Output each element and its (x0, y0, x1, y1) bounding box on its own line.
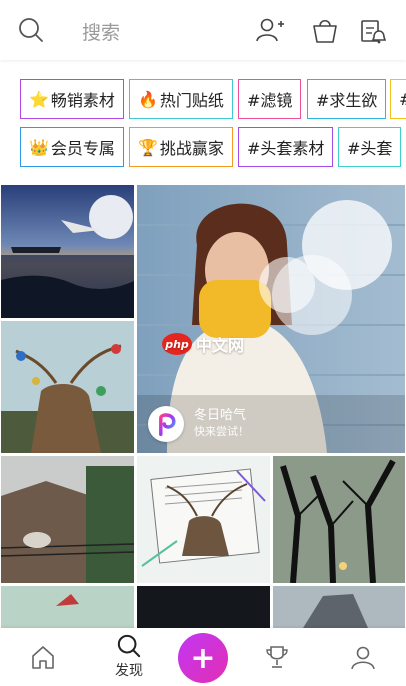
nav-discover-label: 发现 (115, 663, 143, 679)
tag-bestseller[interactable]: ⭐ 畅销素材 (20, 79, 124, 119)
bottom-nav: 发现 + (0, 628, 406, 686)
feature-caption[interactable]: 冬日哈气 快来尝试！ (148, 406, 249, 442)
nav-challenges[interactable] (247, 628, 307, 686)
create-plus-button[interactable]: + (178, 633, 228, 683)
photo-tile-ruins[interactable] (273, 586, 405, 628)
search-input[interactable]: 搜索 (82, 18, 120, 45)
photo-tile-moon-sea[interactable] (1, 185, 134, 318)
tag-headgear[interactable]: #头套 (338, 127, 402, 167)
photo-tile-flying-bird[interactable] (1, 586, 134, 628)
tag-more[interactable]: # (390, 79, 406, 119)
crown-icon: 👑 (29, 137, 49, 157)
tag-filter[interactable]: #滤镜 (238, 79, 302, 119)
tag-row-2: 👑 会员专属 🏆 挑战赢家 #头套素材 #头套 (0, 127, 406, 169)
photo-tile-deer-ornaments[interactable] (1, 321, 134, 453)
shop-bag-icon[interactable] (310, 15, 340, 45)
photo-tile-bird-wire[interactable] (1, 456, 134, 583)
photo-tile-dark[interactable] (137, 586, 270, 628)
feature-subtitle: 快来尝试！ (194, 425, 249, 438)
nav-profile[interactable] (333, 628, 393, 686)
tag-row-1: ⭐ 畅销素材 🔥 热门贴纸 #滤镜 #求生欲 # (0, 79, 406, 121)
add-user-icon[interactable] (255, 15, 285, 45)
notification-bell-icon[interactable] (358, 15, 388, 45)
feature-caption-text: 冬日哈气 快来尝试！ (194, 408, 249, 440)
watermark: php 中文网 (162, 332, 244, 356)
tag-survival[interactable]: #求生欲 (307, 79, 387, 119)
photo-tile-dark-trees[interactable] (273, 456, 405, 583)
trophy-icon (266, 646, 288, 668)
top-bar: 搜索 (0, 0, 406, 60)
photo-tile-deer-newspaper[interactable] (137, 456, 270, 583)
tag-hot-stickers[interactable]: 🔥 热门贴纸 (129, 79, 233, 119)
nav-home[interactable] (13, 628, 73, 686)
picsart-logo-icon (148, 406, 184, 442)
star-icon: ⭐ (29, 89, 49, 109)
tag-challenge-winners[interactable]: 🏆 挑战赢家 (129, 127, 233, 167)
feature-title: 冬日哈气 (194, 408, 247, 423)
profile-icon (351, 646, 375, 670)
tag-headgear-material[interactable]: #头套素材 (238, 127, 334, 167)
nav-discover[interactable]: 发现 (99, 628, 159, 686)
discover-search-icon (117, 634, 141, 658)
flame-icon: 🔥 (138, 89, 158, 109)
search-icon[interactable] (18, 17, 44, 43)
app-root: 搜索 ⭐ 畅销素材 🔥 热门贴纸 #滤镜 #求生欲 👑 会员专属 🏆 挑战赢家 … (0, 0, 406, 686)
home-icon (32, 646, 54, 669)
tag-members[interactable]: 👑 会员专属 (20, 127, 124, 167)
trophy-icon: 🏆 (138, 137, 158, 157)
